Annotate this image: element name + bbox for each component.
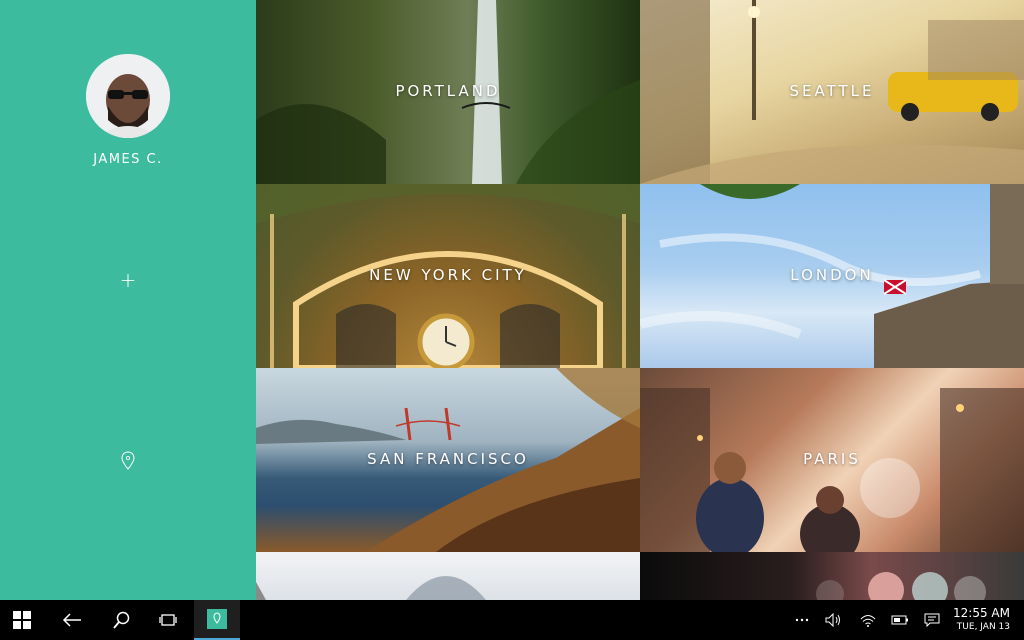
clock-time: 12:55 AM	[953, 606, 1010, 620]
volume-icon[interactable]	[820, 600, 848, 640]
avatar[interactable]	[86, 54, 170, 138]
system-clock[interactable]: 12:55 AM TUE, JAN 13	[953, 606, 1010, 634]
city-tile-partial-right[interactable]	[640, 552, 1024, 600]
start-button[interactable]	[2, 600, 42, 640]
user-name: JAMES C.	[93, 152, 163, 167]
back-arrow-icon	[62, 613, 81, 627]
city-image-partial-left	[256, 552, 640, 600]
pin-app-icon	[207, 609, 227, 629]
windows-logo-icon	[13, 611, 31, 629]
action-center-icon[interactable]	[918, 600, 946, 640]
add-city-button[interactable]: +	[116, 270, 140, 290]
taskbar: 12:55 AM TUE, JAN 13	[0, 600, 1024, 640]
city-label: SEATTLE	[789, 82, 875, 100]
battery-icon[interactable]	[886, 600, 914, 640]
clock-date: TUE, JAN 13	[956, 622, 1010, 632]
city-label: PARIS	[803, 450, 861, 468]
task-view-button[interactable]	[148, 600, 188, 640]
city-tile-san-francisco[interactable]: SAN FRANCISCO	[256, 368, 640, 552]
search-icon	[113, 611, 130, 629]
app-window: JAMES C. + PORTLAND SEATTLE NEW YORK CIT…	[0, 0, 1024, 640]
city-label: NEW YORK CITY	[369, 266, 527, 284]
city-tile-london[interactable]: LONDON	[640, 184, 1024, 368]
taskbar-app-button[interactable]	[194, 600, 240, 640]
city-tile-partial-left[interactable]	[256, 552, 640, 600]
city-tile-paris[interactable]: PARIS	[640, 368, 1024, 552]
task-view-icon	[159, 614, 177, 626]
city-tile-seattle[interactable]: SEATTLE	[640, 0, 1024, 184]
city-tile-new-york-city[interactable]: NEW YORK CITY	[256, 184, 640, 368]
city-label: PORTLAND	[395, 82, 501, 100]
city-label: LONDON	[790, 266, 874, 284]
city-tile-portland[interactable]: PORTLAND	[256, 0, 640, 184]
location-pin-icon[interactable]	[118, 450, 138, 472]
city-grid: PORTLAND SEATTLE NEW YORK CITY LONDON SA…	[256, 0, 1024, 600]
sidebar: JAMES C. +	[0, 0, 256, 600]
city-label: SAN FRANCISCO	[367, 450, 529, 468]
avatar-image	[86, 54, 170, 138]
search-button[interactable]	[102, 600, 142, 640]
more-icon[interactable]	[788, 600, 816, 640]
city-image-partial-right	[640, 552, 1024, 600]
back-button[interactable]	[52, 600, 92, 640]
wifi-icon[interactable]	[854, 600, 882, 640]
